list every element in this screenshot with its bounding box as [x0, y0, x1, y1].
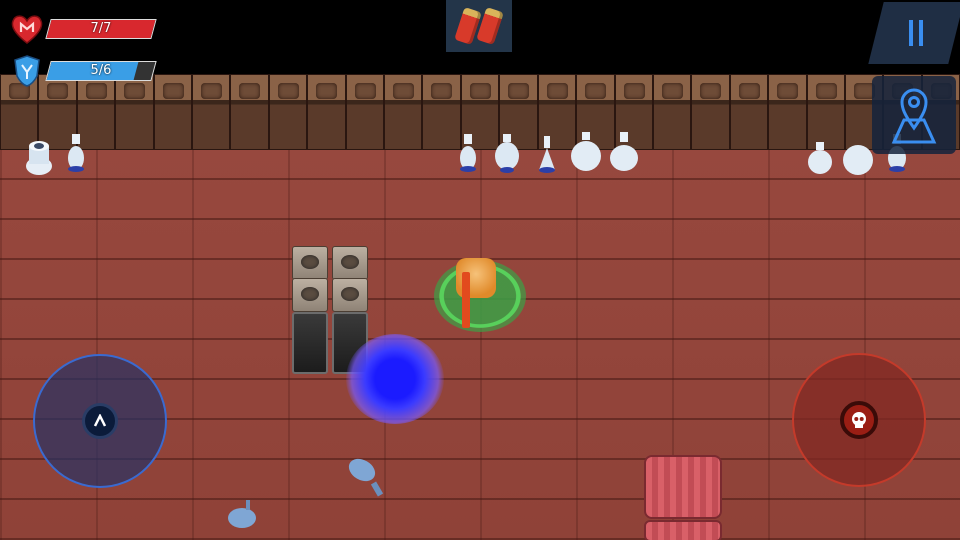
map-marker-icon	[891, 88, 937, 144]
wall-block	[153, 74, 193, 150]
game-viewport: 7/7 5/6	[0, 0, 960, 540]
wall-block	[652, 74, 692, 150]
stone-block	[332, 246, 368, 280]
wall-block	[691, 74, 730, 150]
stone-block	[292, 278, 328, 312]
map-button[interactable]	[872, 76, 956, 154]
wall-block	[307, 74, 346, 150]
wall-block	[192, 74, 231, 150]
health-bar: 7/7	[45, 19, 157, 39]
wall-block	[806, 74, 845, 150]
skull-icon[interactable]	[840, 401, 878, 439]
wall-block	[268, 74, 308, 150]
pause-icon	[909, 20, 923, 46]
vase[interactable]	[842, 134, 874, 176]
player-weapon	[462, 272, 470, 328]
health-row: 7/7	[10, 12, 157, 46]
red-chest-lower[interactable]	[644, 520, 722, 540]
vase[interactable]	[494, 132, 520, 174]
stone-block	[292, 246, 328, 280]
stone-block	[332, 278, 368, 312]
vase[interactable]	[608, 130, 640, 174]
wall-block	[384, 74, 423, 150]
wall-block	[768, 74, 807, 150]
shield-text: 5/6	[90, 63, 112, 78]
enemy-drone[interactable]	[344, 452, 390, 500]
vase[interactable]	[66, 132, 86, 174]
shield-icon	[10, 54, 44, 88]
wall-block	[345, 74, 385, 150]
pause-button[interactable]	[868, 2, 960, 64]
attack-joystick[interactable]	[792, 353, 926, 487]
weapon-slot[interactable]	[446, 0, 512, 52]
vase[interactable]	[570, 130, 602, 174]
stone-pillar	[292, 312, 328, 374]
health-text: 7/7	[90, 21, 112, 36]
vase[interactable]	[458, 132, 478, 174]
move-joystick[interactable]	[33, 354, 167, 488]
red-chest[interactable]	[644, 455, 722, 519]
wall-block	[422, 74, 461, 150]
brick-floor	[0, 150, 960, 540]
vase[interactable]	[806, 140, 834, 176]
shield-row: 5/6	[10, 54, 157, 88]
chevron-up-icon[interactable]	[82, 403, 118, 439]
enemy-drone[interactable]	[226, 496, 260, 536]
shield-bar: 5/6	[45, 61, 157, 81]
heart-icon	[10, 12, 44, 46]
blue-portal[interactable]	[346, 334, 444, 424]
vase[interactable]	[536, 134, 558, 174]
wall-block	[729, 74, 769, 150]
vase[interactable]	[24, 136, 54, 178]
wall-block	[230, 74, 269, 150]
